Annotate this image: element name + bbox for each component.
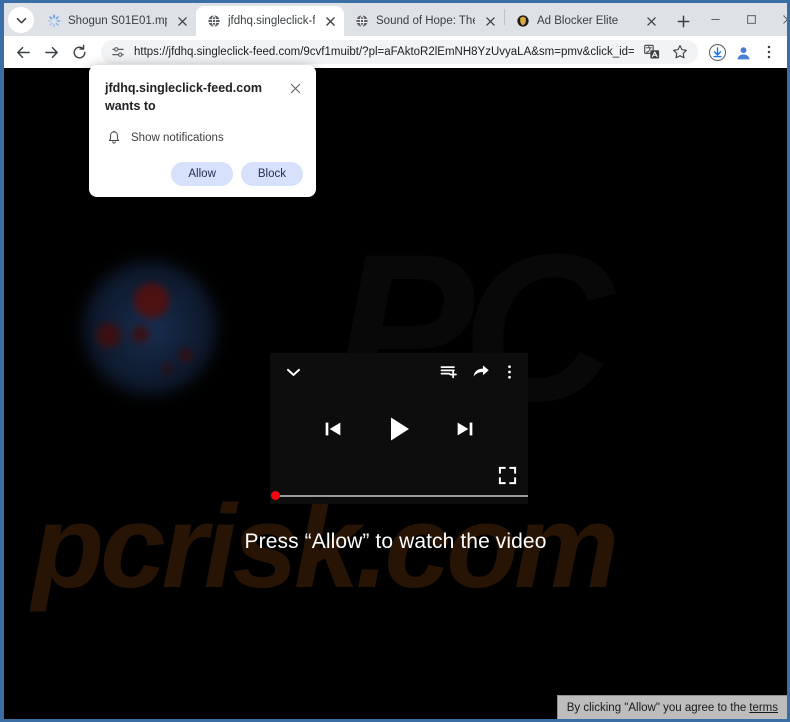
notification-permission-popup[interactable]: jfdhq.singleclick-feed.com wants to Sho [89, 65, 316, 197]
fullscreen-icon[interactable] [496, 464, 518, 486]
bell-icon [107, 130, 121, 145]
popup-wants-to: wants to [105, 99, 156, 113]
background-blob [179, 348, 193, 362]
video-player[interactable] [270, 353, 528, 504]
tab-singleclick-feed[interactable]: jfdhq.singleclick-feed.com/ [196, 6, 344, 36]
page-headline: Press “Allow” to watch the video [4, 530, 787, 554]
tab-title: Ad Blocker Elite [537, 14, 636, 29]
loading-spinner-icon [46, 14, 61, 29]
tab-title: jfdhq.singleclick-feed.com/ [228, 14, 315, 29]
disclaimer-text: By clicking "Allow" you agree to the [567, 702, 746, 714]
play-icon[interactable] [381, 411, 417, 447]
translate-icon[interactable] [642, 42, 662, 62]
tab-strip: Shogun S01E01.mp4 jfdhq.singleclick-feed… [4, 3, 787, 36]
share-arrow-icon[interactable] [468, 359, 494, 385]
progress-track [275, 495, 528, 497]
skip-next-icon[interactable] [451, 415, 479, 443]
plus-icon [677, 15, 690, 28]
three-dots-vertical-icon [761, 44, 777, 60]
player-top-controls [270, 353, 528, 391]
block-button[interactable]: Block [241, 162, 303, 186]
background-blob [162, 363, 173, 374]
back-button[interactable] [10, 39, 36, 65]
permission-label: Show notifications [131, 132, 224, 144]
forward-button[interactable] [38, 39, 64, 65]
player-transport-controls [270, 405, 528, 453]
tab-shogun[interactable]: Shogun S01E01.mp4 [36, 6, 196, 36]
globe-icon [206, 14, 221, 29]
tab-title: Shogun S01E01.mp4 [68, 14, 167, 29]
tab-ad-blocker-elite[interactable]: Ad Blocker Elite [505, 6, 665, 36]
background-blob [132, 326, 149, 343]
address-bar[interactable]: https://jfdhq.singleclick-feed.com/9cvf1… [101, 40, 698, 64]
tab-search-button[interactable] [8, 7, 34, 33]
tab-sound-of-hope[interactable]: Sound of Hope: The Story [344, 6, 504, 36]
maximize-icon [746, 14, 757, 25]
close-icon [647, 17, 656, 26]
window-close-button[interactable] [769, 3, 787, 35]
minimize-icon [710, 14, 721, 25]
popup-origin: jfdhq.singleclick-feed.com [105, 81, 262, 95]
tab-title: Sound of Hope: The Story [376, 14, 475, 29]
download-icon [708, 43, 727, 62]
tab-close-button[interactable] [322, 13, 338, 29]
new-tab-button[interactable] [669, 7, 697, 35]
window-controls [697, 3, 787, 35]
tab-close-button[interactable] [174, 13, 190, 29]
browser-menu-button[interactable] [757, 40, 781, 64]
browser-window: Shogun S01E01.mp4 jfdhq.singleclick-feed… [0, 0, 790, 722]
close-icon [486, 17, 495, 26]
tune-icon[interactable] [110, 44, 126, 60]
terms-link[interactable]: terms [749, 702, 778, 714]
terms-disclaimer-bar: By clicking "Allow" you agree to theterm… [557, 695, 787, 719]
profile-avatar-icon [734, 43, 753, 62]
reload-icon [71, 44, 88, 61]
profile-button[interactable] [731, 40, 755, 64]
shield-icon [515, 14, 530, 29]
progress-thumb[interactable] [271, 491, 280, 500]
skip-previous-icon[interactable] [319, 415, 347, 443]
background-blob [96, 323, 121, 348]
browser-toolbar: https://jfdhq.singleclick-feed.com/9cvf1… [4, 36, 787, 68]
close-icon [178, 17, 187, 26]
download-button[interactable] [705, 40, 729, 64]
close-icon [326, 17, 335, 26]
arrow-right-icon [43, 44, 60, 61]
chevron-down-icon [16, 15, 27, 26]
minimize-button[interactable] [697, 3, 733, 35]
three-dots-vertical-icon[interactable] [498, 359, 520, 385]
arrow-left-icon [15, 44, 32, 61]
popup-close-button[interactable] [287, 80, 303, 96]
reload-button[interactable] [66, 39, 92, 65]
url-text: https://jfdhq.singleclick-feed.com/9cvf1… [134, 40, 634, 64]
chevron-down-icon[interactable] [280, 359, 306, 385]
tab-close-button[interactable] [482, 13, 498, 29]
close-icon [290, 83, 301, 94]
tab-close-button[interactable] [643, 13, 659, 29]
globe-icon [354, 14, 369, 29]
player-progress-bar[interactable] [270, 491, 528, 500]
maximize-button[interactable] [733, 3, 769, 35]
allow-button[interactable]: Allow [171, 162, 232, 186]
browser-chrome: Shogun S01E01.mp4 jfdhq.singleclick-feed… [4, 3, 787, 719]
add-to-queue-icon[interactable] [436, 359, 462, 385]
close-icon [782, 14, 788, 25]
background-blob [134, 283, 169, 318]
star-icon[interactable] [670, 42, 690, 62]
